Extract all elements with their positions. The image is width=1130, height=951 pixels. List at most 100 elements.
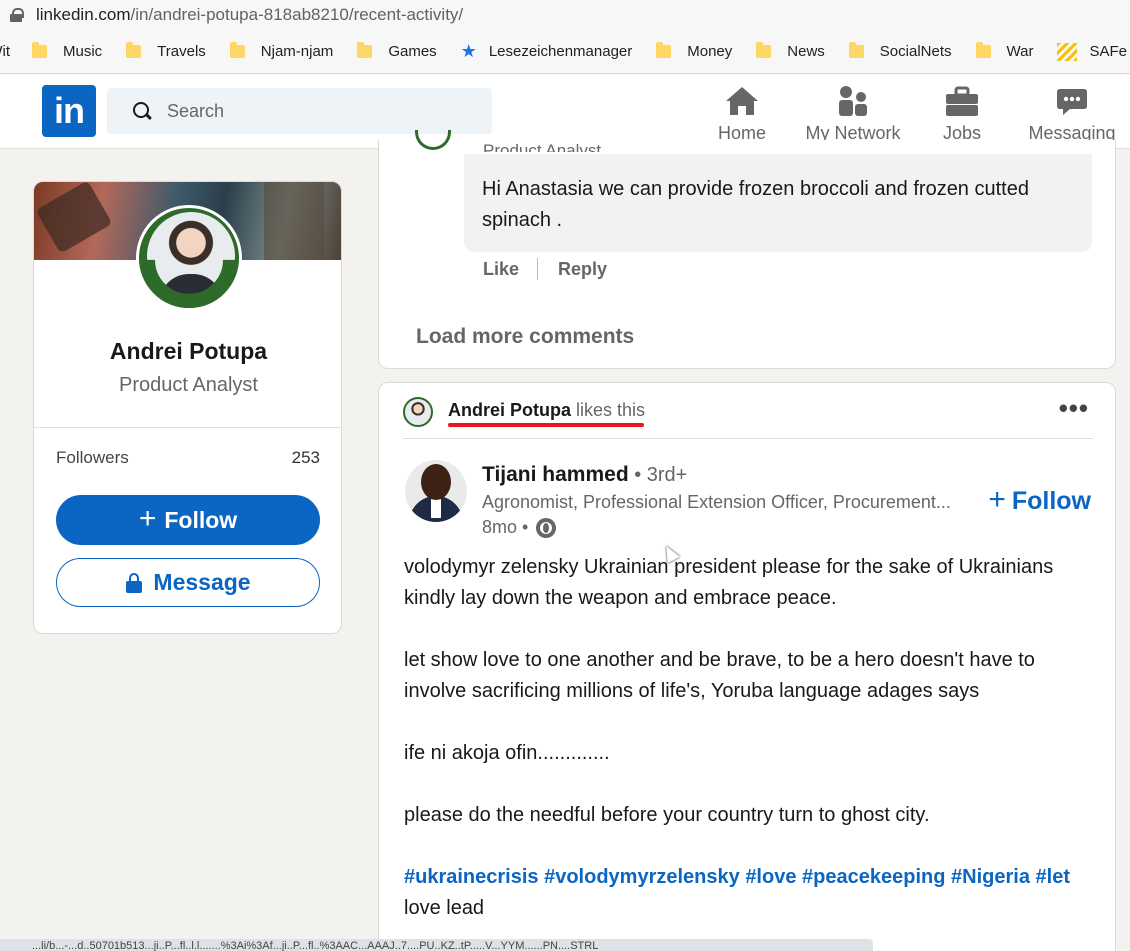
bookmarks-bar: Wit Music Travels Njam-njam Games ★ Lesez… bbox=[0, 30, 1130, 74]
hashtag-link[interactable]: #ukrainecrisis bbox=[404, 866, 539, 888]
bookmark-label: Travels bbox=[157, 43, 206, 60]
post-time-text: 8mo • bbox=[482, 517, 529, 537]
browser-status-bar: ...li/b...-...d..50701b513...ji..P...fl.… bbox=[0, 939, 873, 951]
author-name: Tijani hammed bbox=[482, 463, 629, 486]
folder-icon bbox=[229, 42, 245, 58]
bookmark-safe[interactable]: SAFe 5 for Lea bbox=[1057, 42, 1130, 61]
follow-button[interactable]: + Follow bbox=[56, 495, 320, 545]
briefcase-icon bbox=[940, 81, 984, 117]
bookmark-njam-njam[interactable]: Njam-njam bbox=[229, 42, 334, 60]
comment-text: Hi Anastasia we can provide frozen brocc… bbox=[482, 178, 1029, 231]
bookmark-label: Lesezeichenmanager bbox=[488, 43, 633, 60]
post-time: 8mo • bbox=[482, 517, 557, 538]
folder-icon bbox=[975, 42, 991, 58]
author-avatar[interactable] bbox=[405, 460, 467, 522]
folder-icon bbox=[32, 42, 47, 58]
bookmark-label: Music bbox=[63, 43, 103, 60]
author-follow-button[interactable]: + Follow bbox=[988, 483, 1091, 517]
post-paragraph: ife ni akoja ofin............. bbox=[404, 742, 610, 764]
bookmark-label: Njam-njam bbox=[260, 43, 334, 60]
liker-name[interactable]: Andrei Potupa bbox=[448, 400, 571, 420]
home-icon bbox=[717, 81, 767, 117]
post-paragraph: please do the needful before your countr… bbox=[404, 804, 930, 826]
follow-button-label: Follow bbox=[164, 506, 238, 533]
followers-count: 253 bbox=[291, 448, 320, 467]
lock-icon bbox=[125, 572, 143, 593]
post-paragraph: volodymyr zelensky Ukrainian president p… bbox=[404, 556, 1054, 609]
bookmark-label: News bbox=[787, 43, 825, 60]
divider bbox=[34, 427, 341, 428]
profile-title: Product Analyst bbox=[119, 374, 258, 396]
post-card: Andrei Potupa likes this ••• Tijani hamm… bbox=[378, 382, 1116, 951]
bookmark-label: War bbox=[1006, 43, 1034, 60]
bookmark-label: Wit bbox=[0, 43, 10, 60]
search-input[interactable] bbox=[167, 100, 467, 122]
address-bar[interactable]: linkedin.com/in/andrei-potupa-818ab8210/… bbox=[0, 0, 1130, 30]
post-hashtags: #ukrainecrisis #volodymyrzelensky #love … bbox=[404, 862, 1094, 924]
followers-row[interactable]: Followers 253 bbox=[56, 448, 320, 468]
hashtag-link[interactable]: #Nigeria bbox=[951, 866, 1030, 888]
plus-icon: + bbox=[988, 483, 1006, 516]
bookmark-socialnets[interactable]: SocialNets bbox=[848, 42, 952, 60]
messaging-icon bbox=[1028, 81, 1116, 117]
commenter-avatar[interactable] bbox=[415, 130, 451, 150]
network-icon bbox=[802, 81, 904, 117]
post-paragraph: let show love to one another and be brav… bbox=[404, 649, 1035, 702]
linkedin-logo[interactable]: in bbox=[42, 85, 96, 137]
hashtag-link[interactable]: #let bbox=[1036, 866, 1070, 888]
nav-my-network[interactable]: My Network bbox=[802, 81, 904, 144]
bookmark-news[interactable]: News bbox=[756, 42, 825, 60]
liker-avatar[interactable] bbox=[403, 397, 433, 427]
search-bar[interactable] bbox=[107, 88, 492, 134]
search-icon bbox=[133, 102, 151, 120]
bookmark-war[interactable]: War bbox=[975, 42, 1034, 60]
load-more-comments-button[interactable]: Load more comments bbox=[416, 325, 634, 349]
bookmark-games[interactable]: Games bbox=[357, 42, 437, 60]
url-host: linkedin.com bbox=[36, 5, 131, 24]
bookmark-lesezeichenmanager[interactable]: ★ Lesezeichenmanager bbox=[461, 41, 633, 62]
url-text[interactable]: linkedin.com/in/andrei-potupa-818ab8210/… bbox=[36, 5, 463, 25]
profile-avatar[interactable] bbox=[136, 205, 242, 311]
nav-messaging[interactable]: Messaging bbox=[1028, 81, 1116, 144]
bookmark-label: SAFe 5 for Lea bbox=[1089, 43, 1130, 60]
author-name-line[interactable]: Tijani hammed • 3rd+ bbox=[482, 463, 687, 487]
comments-card: Product Analyst Hi Anastasia we can prov… bbox=[378, 130, 1116, 369]
post-body: volodymyr zelensky Ukrainian president p… bbox=[404, 552, 1094, 924]
nav-jobs[interactable]: Jobs bbox=[940, 81, 984, 144]
reply-button[interactable]: Reply bbox=[558, 259, 607, 280]
bookmark-wit[interactable]: Wit bbox=[0, 43, 10, 60]
hashtag-link[interactable]: #volodymyrzelensky bbox=[544, 866, 740, 888]
liker-suffix: likes this bbox=[571, 400, 646, 420]
profile-name[interactable]: Andrei Potupa bbox=[34, 338, 341, 365]
safe-icon bbox=[1057, 42, 1078, 61]
nav-home[interactable]: Home bbox=[717, 81, 767, 144]
author-follow-label: Follow bbox=[1011, 487, 1091, 515]
profile-card: Andrei Potupa Product Analyst Followers … bbox=[33, 181, 342, 634]
comment-bubble: Hi Anastasia we can provide frozen brocc… bbox=[464, 154, 1092, 252]
hashtag-link[interactable]: #love bbox=[745, 866, 796, 888]
folder-icon bbox=[357, 42, 373, 58]
connection-degree: • 3rd+ bbox=[628, 464, 688, 486]
more-options-icon[interactable]: ••• bbox=[1059, 395, 1089, 421]
plus-icon: + bbox=[138, 501, 157, 535]
bookmark-music[interactable]: Music bbox=[32, 42, 103, 60]
liker-line: Andrei Potupa likes this bbox=[448, 400, 645, 421]
message-button[interactable]: Message bbox=[56, 558, 320, 607]
bookmark-label: SocialNets bbox=[879, 43, 952, 60]
like-button[interactable]: Like bbox=[483, 259, 519, 280]
folder-icon bbox=[756, 42, 772, 58]
bookmark-label: Games bbox=[388, 43, 437, 60]
author-headline: Agronomist, Professional Extension Offic… bbox=[482, 492, 951, 512]
folder-icon bbox=[848, 42, 864, 58]
lock-icon[interactable] bbox=[10, 8, 24, 22]
post-tail-text: love lead bbox=[404, 897, 485, 919]
message-button-label: Message bbox=[153, 569, 251, 595]
hashtag-link[interactable]: #peacekeeping bbox=[802, 866, 945, 888]
divider bbox=[537, 258, 539, 280]
bookmark-travels[interactable]: Travels bbox=[126, 42, 206, 60]
followers-label: Followers bbox=[56, 448, 129, 467]
bookmark-label: Money bbox=[687, 43, 733, 60]
url-path: /in/andrei-potupa-818ab8210/recent-activ… bbox=[130, 5, 464, 24]
red-underline-annotation bbox=[448, 423, 644, 427]
bookmark-money[interactable]: Money bbox=[656, 42, 733, 60]
